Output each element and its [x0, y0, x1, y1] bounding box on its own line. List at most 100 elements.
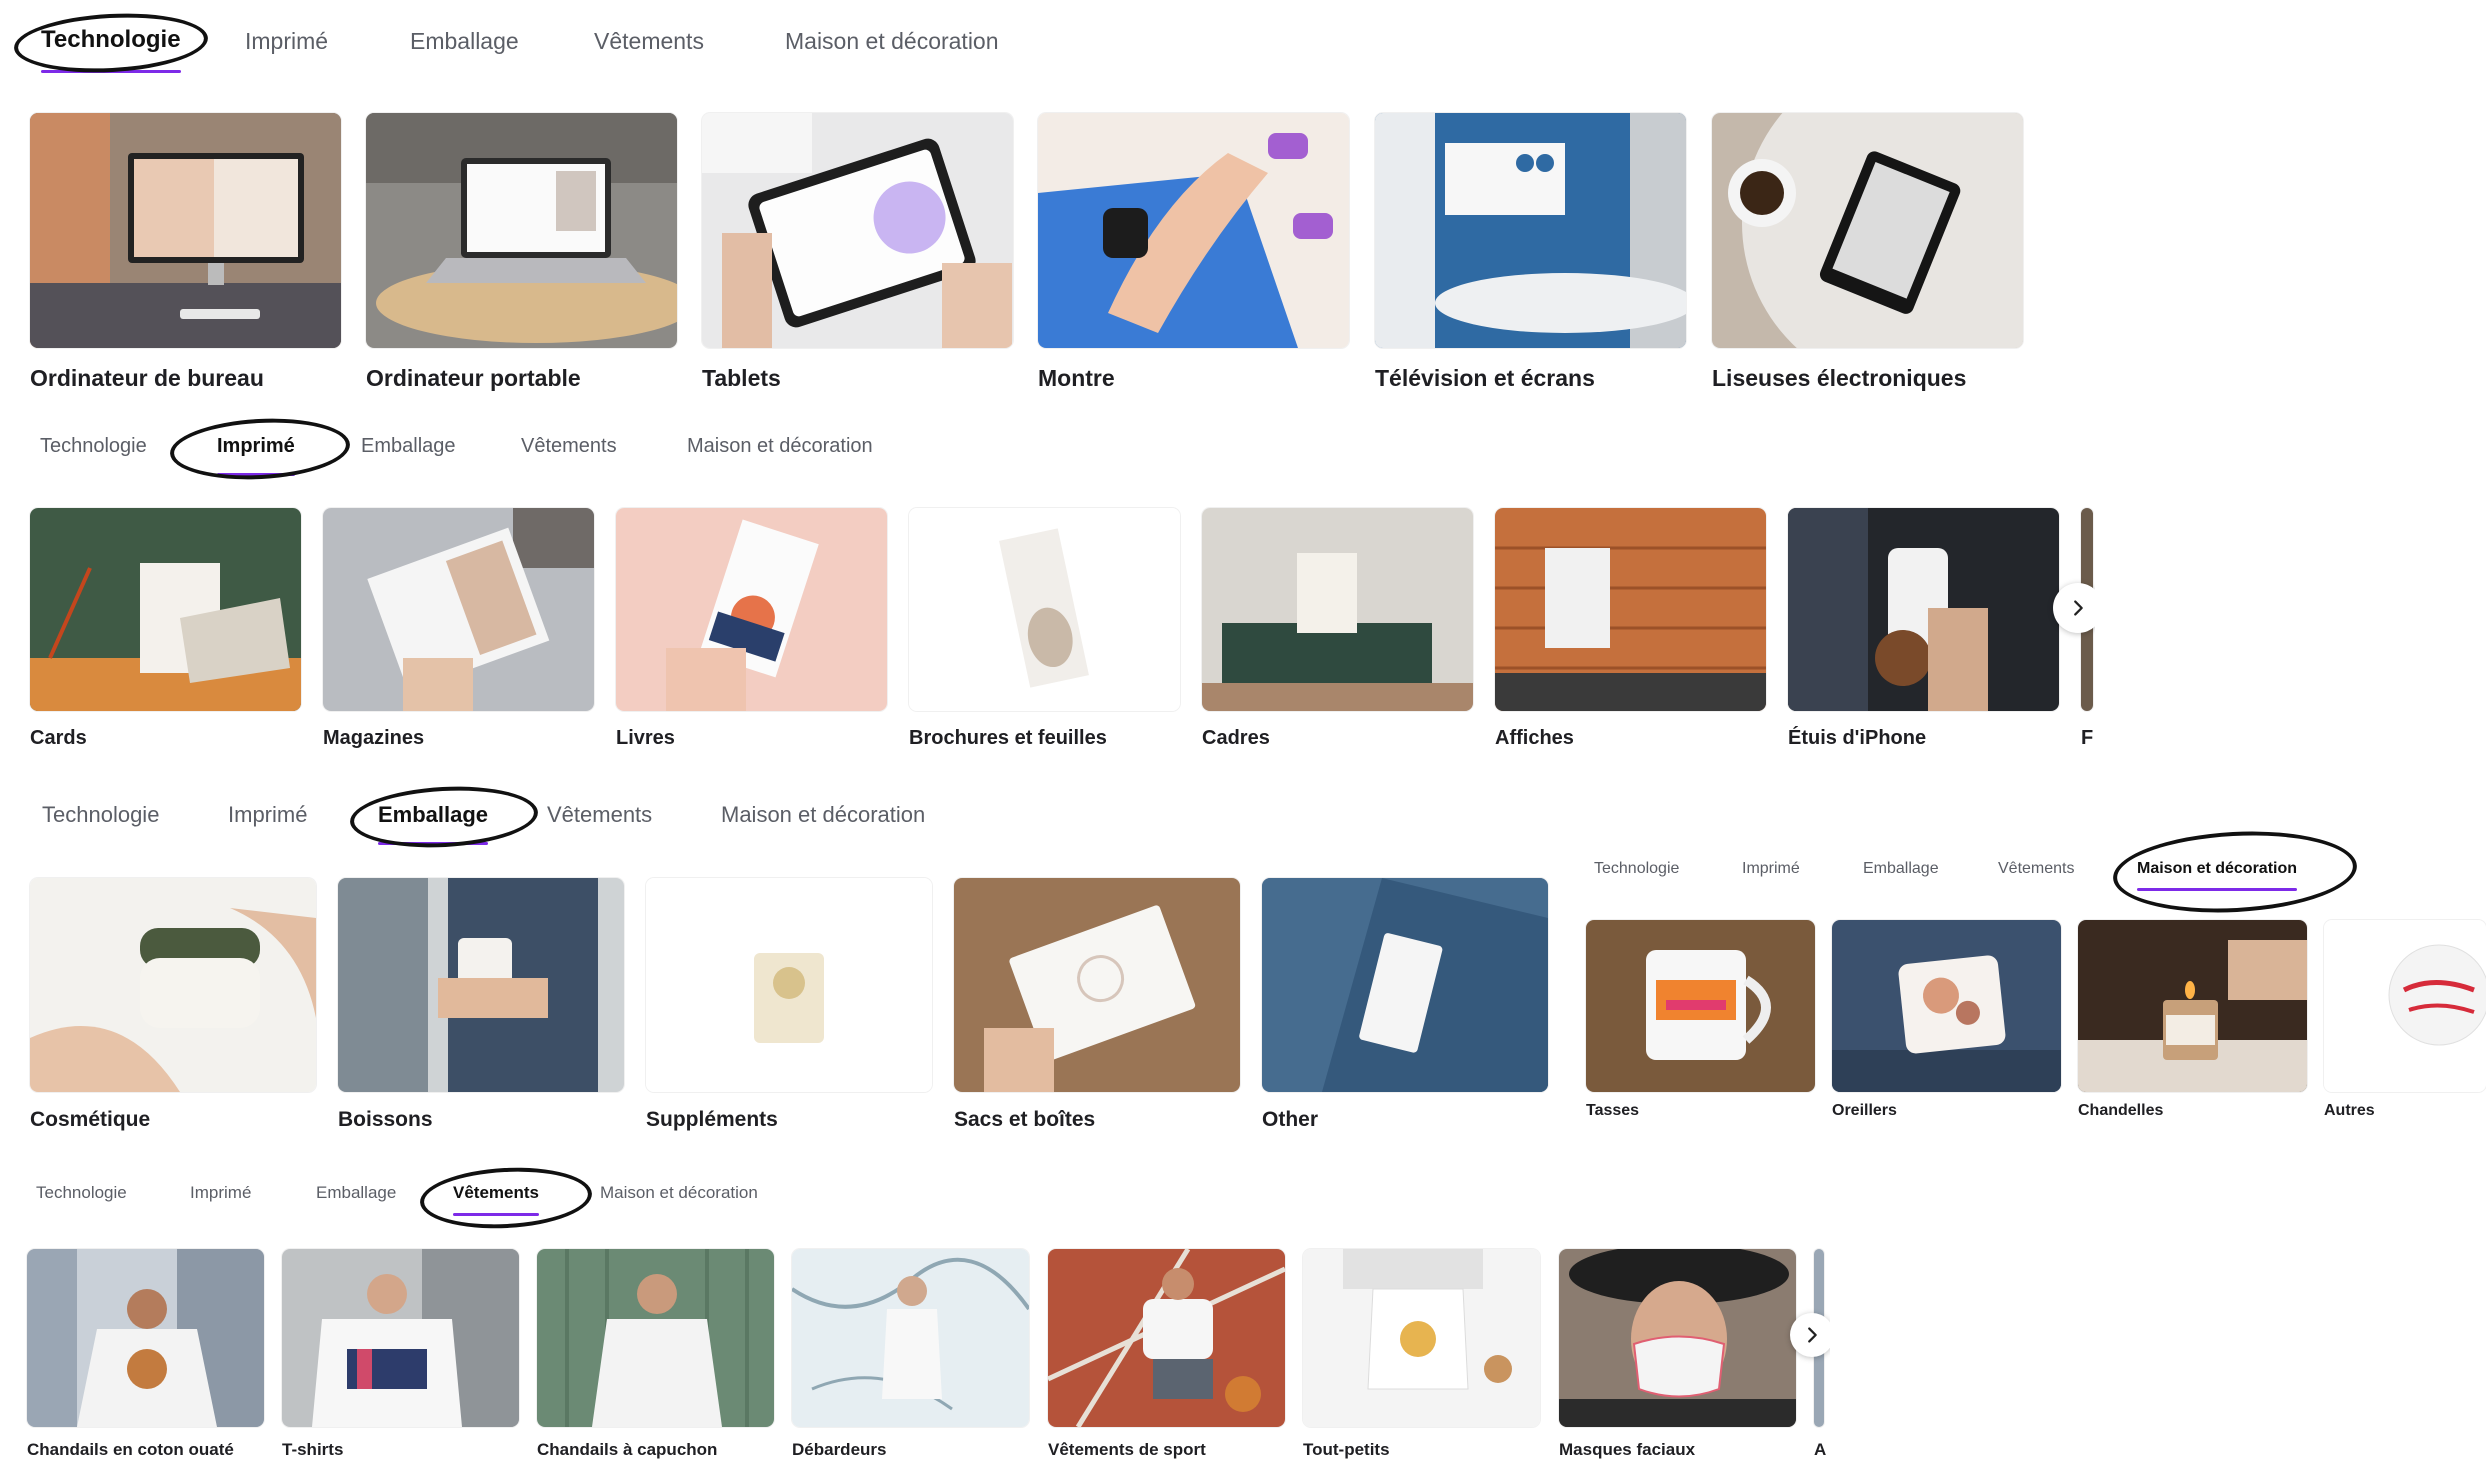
- card-debardeurs[interactable]: [792, 1249, 1029, 1427]
- card-autres[interactable]: [2324, 920, 2486, 1092]
- posters-image: [1495, 508, 1766, 711]
- active-tab-underline: [2137, 888, 2298, 891]
- tab-emballage[interactable]: Emballage: [316, 1183, 396, 1203]
- card-boissons[interactable]: [338, 878, 624, 1092]
- panel-print: Technologie Imprimé Emballage Vêtements …: [0, 405, 2095, 760]
- tab-label: Maison et décoration: [2137, 860, 2298, 877]
- card-other[interactable]: [1262, 878, 1548, 1092]
- tab-maison-et-decoration[interactable]: Maison et décoration: [785, 28, 999, 55]
- tab-technologie[interactable]: Technologie: [36, 1183, 127, 1203]
- drinks-image: [338, 878, 624, 1092]
- tab-vetements[interactable]: Vêtements: [521, 435, 617, 458]
- tab-technologie[interactable]: Technologie: [1594, 860, 1679, 878]
- card-label: Cosmétique: [30, 1108, 151, 1131]
- tab-technologie[interactable]: Technologie: [40, 435, 147, 458]
- tab-imprime[interactable]: Imprimé: [217, 435, 295, 476]
- card-label: Tout-petits: [1303, 1440, 1390, 1459]
- card-cadres[interactable]: [1202, 508, 1473, 711]
- tab-emballage[interactable]: Emballage: [361, 435, 456, 458]
- card-label: Vêtements de sport: [1048, 1440, 1206, 1459]
- card-tablets[interactable]: [702, 113, 1013, 348]
- tab-emballage[interactable]: Emballage: [410, 28, 519, 55]
- card-ordinateur-de-bureau[interactable]: [30, 113, 341, 348]
- card-t-shirts[interactable]: [282, 1249, 519, 1427]
- card-chandelles[interactable]: [2078, 920, 2307, 1092]
- card-vetements-de-sport[interactable]: [1048, 1249, 1285, 1427]
- cards-image: [30, 508, 301, 711]
- card-chandails-a-capuchon[interactable]: [537, 1249, 774, 1427]
- laptop-image: [366, 113, 677, 348]
- tab-emballage[interactable]: Emballage: [1863, 860, 1939, 878]
- tab-vetements[interactable]: Vêtements: [1998, 860, 2074, 878]
- tab-vetements[interactable]: Vêtements: [453, 1183, 539, 1216]
- tab-vetements[interactable]: Vêtements: [594, 28, 704, 55]
- hoodies-image: [537, 1249, 774, 1427]
- card-label: Cadres: [1202, 727, 1270, 749]
- card-label: Cards: [30, 727, 87, 749]
- card-cosmetique[interactable]: [30, 878, 316, 1092]
- other-image: [1262, 878, 1548, 1092]
- card-cards[interactable]: [30, 508, 301, 711]
- tab-imprime[interactable]: Imprimé: [190, 1183, 251, 1203]
- card-montre[interactable]: [1038, 113, 1349, 348]
- card-magazines[interactable]: [323, 508, 594, 711]
- card-label: Affiches: [1495, 727, 1574, 749]
- card-chandails-en-coton-ouate[interactable]: [27, 1249, 264, 1427]
- card-tasses[interactable]: [1586, 920, 1815, 1092]
- card-label: Autres: [2324, 1102, 2375, 1119]
- frames-image: [1202, 508, 1473, 711]
- tab-technologie[interactable]: Technologie: [41, 26, 181, 73]
- active-tab-underline: [453, 1213, 539, 1216]
- tab-maison-et-decoration[interactable]: Maison et décoration: [600, 1183, 758, 1203]
- tab-technologie[interactable]: Technologie: [42, 802, 159, 828]
- tab-maison-et-decoration[interactable]: Maison et décoration: [2137, 860, 2298, 891]
- card-ordinateur-portable[interactable]: [366, 113, 677, 348]
- card-label: Chandails à capuchon: [537, 1440, 718, 1459]
- card-masques-faciaux[interactable]: [1559, 1249, 1796, 1427]
- card-label: Boissons: [338, 1108, 433, 1131]
- chevron-right-icon: [2074, 600, 2083, 616]
- card-label: Suppléments: [646, 1108, 778, 1131]
- card-label: Ordinateur de bureau: [30, 365, 264, 391]
- tab-vetements[interactable]: Vêtements: [547, 802, 652, 828]
- card-tout-petits[interactable]: [1303, 1249, 1540, 1427]
- active-tab-underline: [41, 70, 181, 73]
- next-arrow-button[interactable]: [2053, 583, 2095, 633]
- tab-label: Technologie: [41, 26, 181, 53]
- card-oreillers[interactable]: [1832, 920, 2061, 1092]
- sportswear-image: [1048, 1249, 1285, 1427]
- card-label: Oreillers: [1832, 1102, 1897, 1119]
- card-sacs-et-boites[interactable]: [954, 878, 1240, 1092]
- tab-maison-et-decoration[interactable]: Maison et décoration: [687, 435, 873, 458]
- next-arrow-button[interactable]: [1790, 1313, 1830, 1357]
- card-affiches[interactable]: [1495, 508, 1766, 711]
- tab-label: Vêtements: [453, 1183, 539, 1202]
- others-image: [2324, 920, 2486, 1092]
- tab-maison-et-decoration[interactable]: Maison et décoration: [721, 802, 925, 828]
- bags-boxes-image: [954, 878, 1240, 1092]
- card-label: Liseuses électroniques: [1712, 365, 1967, 391]
- card-livres[interactable]: [616, 508, 887, 711]
- panel-technology: Technologie Imprimé Emballage Vêtements …: [0, 0, 2060, 400]
- card-supplements[interactable]: [646, 878, 932, 1092]
- card-label: Brochures et feuilles: [909, 727, 1107, 749]
- card-etuis-iphone[interactable]: [1788, 508, 2059, 711]
- card-label: Tasses: [1586, 1102, 1640, 1119]
- card-label: Livres: [616, 727, 675, 749]
- tab-emballage[interactable]: Emballage: [378, 802, 489, 845]
- mugs-image: [1586, 920, 1815, 1092]
- tab-imprime[interactable]: Imprimé: [228, 802, 307, 828]
- tab-label: Imprimé: [217, 435, 295, 457]
- tv-image: [1375, 113, 1686, 348]
- toddlers-image: [1303, 1249, 1540, 1427]
- panel-packaging: Technologie Imprimé Emballage Vêtements …: [0, 775, 1560, 1155]
- card-label: Chandails en coton ouaté: [27, 1440, 234, 1459]
- tab-imprime[interactable]: Imprimé: [1742, 860, 1800, 878]
- card-label: Débardeurs: [792, 1440, 887, 1459]
- tab-imprime[interactable]: Imprimé: [245, 28, 328, 55]
- card-liseuses-electroniques[interactable]: [1712, 113, 2023, 348]
- card-television-et-ecrans[interactable]: [1375, 113, 1686, 348]
- tablet-image: [702, 113, 1013, 348]
- card-brochures-et-feuilles[interactable]: [909, 508, 1180, 711]
- tshirts-image: [282, 1249, 519, 1427]
